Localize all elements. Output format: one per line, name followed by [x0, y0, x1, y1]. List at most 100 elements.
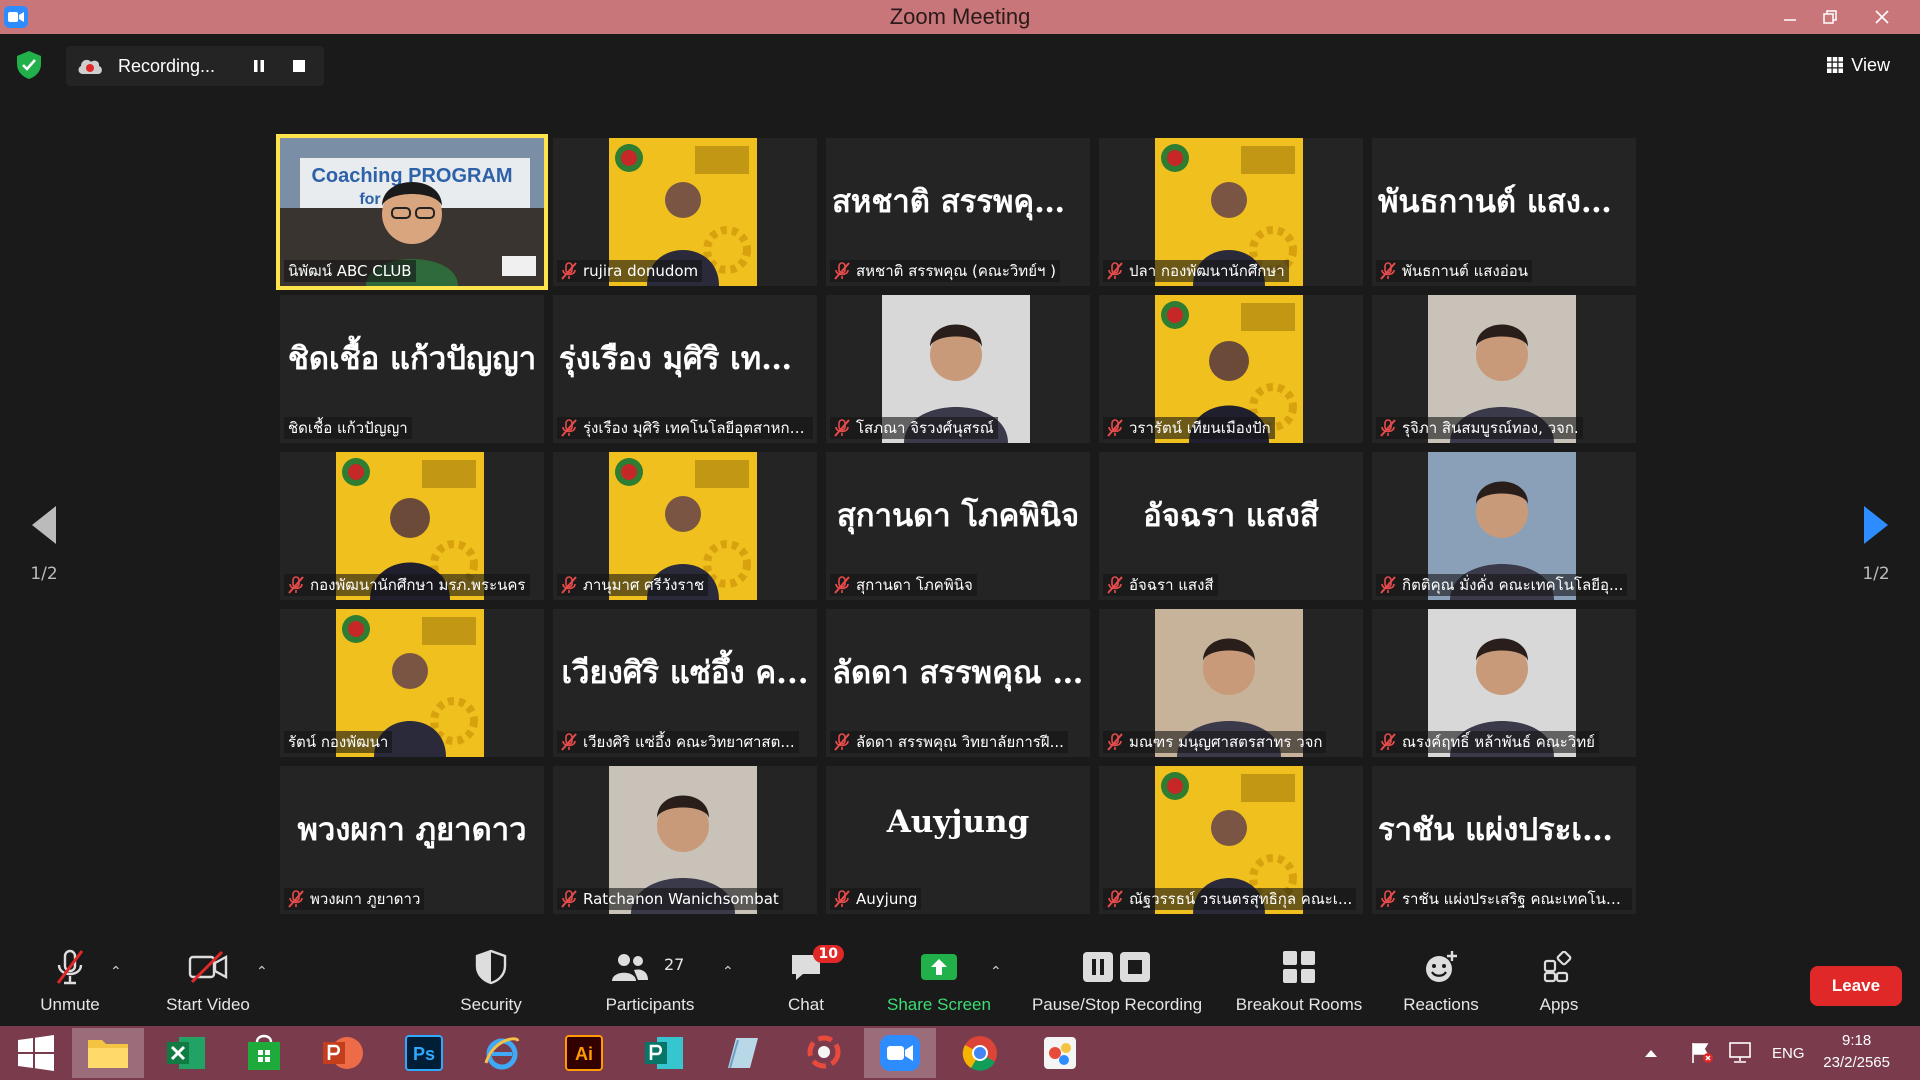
participant-tile[interactable]: เวียงศิริ แซ่อึ้ง ค... เวียงศิริ แซ่อึ้ง … — [553, 609, 817, 757]
participant-name-label: พวงผกา ภูยาดาว — [284, 888, 425, 910]
participant-tile[interactable]: วรารัตน์ เทียนเมืองปัก — [1099, 295, 1363, 443]
pause-recording-button[interactable] — [244, 51, 274, 81]
start-video-button[interactable]: Start Video — [158, 934, 258, 1026]
participant-tile[interactable]: ลัดดา สรรพคุณ วิ... ลัดดา สรรพคุณ วิทยาลั… — [826, 609, 1090, 757]
stop-recording-button[interactable] — [284, 51, 314, 81]
restore-button[interactable] — [1800, 0, 1860, 34]
close-button[interactable] — [1852, 0, 1912, 34]
participant-tile[interactable]: อัจฉรา แสงสี อัจฉรา แสงสี — [1099, 452, 1363, 600]
muted-mic-icon — [834, 576, 850, 594]
chat-label: Chat — [788, 995, 824, 1014]
participant-name-label: ภานุมาศ ศรีวังราช — [557, 574, 709, 596]
video-options-caret[interactable]: ⌃ — [256, 964, 268, 980]
taskbar-file-explorer[interactable] — [72, 1028, 144, 1078]
participant-tile[interactable]: โสภณา จิรวงศ์นุสรณ์ — [826, 295, 1090, 443]
windows-logo-icon — [18, 1035, 54, 1071]
meeting-area: Recording... View Coaching PROGRAM for นิพ… — [0, 34, 1920, 934]
pause-stop-label: Pause/Stop Recording — [1031, 995, 1203, 1014]
participant-tile[interactable]: มณฑร มนุญศาสตรสาทร วจก — [1099, 609, 1363, 757]
participant-tile[interactable]: พันธกานต์ แสงอ่อน พันธกานต์ แสงอ่อน — [1372, 138, 1636, 286]
share-screen-button[interactable]: Share Screen — [884, 934, 994, 1026]
chevron-right-icon — [1864, 506, 1888, 544]
previous-page-button[interactable]: 1/2 — [14, 504, 74, 624]
participant-tile[interactable]: Coaching PROGRAM for นิพัฒน์ ABC CLUB — [276, 134, 548, 290]
participant-tile[interactable]: Auyjung Auyjung — [826, 766, 1090, 914]
taskbar-photoshop[interactable]: Ps — [388, 1028, 460, 1078]
next-page-button[interactable]: 1/2 — [1846, 504, 1906, 624]
taskbar-paint[interactable] — [1024, 1028, 1096, 1078]
muted-mic-icon — [561, 419, 577, 437]
participant-tile[interactable]: ภานุมาศ ศรีวังราช — [553, 452, 817, 600]
taskbar-chrome[interactable] — [944, 1028, 1016, 1078]
taskbar-notes[interactable] — [706, 1028, 778, 1078]
participant-tile[interactable]: rujira donudom — [553, 138, 817, 286]
participant-name-label: ลัดดา สรรพคุณ วิทยาลัยการฝี... — [830, 731, 1068, 753]
muted-mic-icon — [1107, 262, 1123, 280]
zoom-app-icon — [4, 6, 28, 28]
security-button[interactable]: Security — [448, 934, 534, 1026]
taskbar-illustrator[interactable]: Ai — [548, 1028, 620, 1078]
participants-count: 27 — [664, 955, 685, 974]
taskbar-publisher[interactable] — [628, 1028, 700, 1078]
leave-button[interactable]: Leave — [1810, 966, 1902, 1006]
unmute-button[interactable]: Unmute — [30, 934, 110, 1026]
taskbar-photoscape[interactable] — [788, 1028, 860, 1078]
microphone-muted-icon — [48, 945, 92, 989]
participant-tile[interactable]: ราชัน แผ่งประเส... ราชัน แผ่งประเสริฐ คณะ… — [1372, 766, 1636, 914]
participants-options-caret[interactable]: ⌃ — [722, 964, 734, 980]
participant-display-name: ชิดเชื้อ แก้วปัญญา — [287, 341, 537, 377]
participant-tile[interactable]: สุกานดา โภคพินิจ สุกานดา โภคพินิจ — [826, 452, 1090, 600]
participant-name: โสภณา จิรวงศ์นุสรณ์ — [856, 419, 994, 437]
participant-tile[interactable]: ณรงค์ฤทธิ์ หล้าพันธ์ คณะวิทย์ — [1372, 609, 1636, 757]
participant-name-label: รัตน์ กองพัฒนา — [284, 731, 393, 753]
participant-tile[interactable]: รุ่งเรือง มุศิริ เทคโ... รุ่งเรือง มุศิริ… — [553, 295, 817, 443]
encryption-shield-icon[interactable] — [16, 50, 42, 80]
chat-button[interactable]: 10 Chat — [776, 934, 844, 1026]
taskbar-zoom[interactable] — [864, 1028, 936, 1078]
start-button[interactable] — [0, 1028, 72, 1078]
language-indicator[interactable]: ENG — [1772, 1026, 1805, 1080]
muted-mic-icon — [1380, 733, 1396, 751]
view-button[interactable]: View — [1817, 46, 1900, 84]
participant-name: ภานุมาศ ศรีวังราช — [583, 576, 705, 594]
participant-tile[interactable]: สหชาติ สรรพคุณ... สหชาติ สรรพคุณ (คณะวิทย… — [826, 138, 1090, 286]
taskbar-internet-explorer[interactable] — [466, 1028, 538, 1078]
participant-display-name: พันธกานต์ แสงอ่อน — [1378, 184, 1636, 220]
muted-mic-icon — [1380, 890, 1396, 908]
participant-tile[interactable]: ณัฐวรรธน์ วรเนตรสุทธิกุล คณะเ... — [1099, 766, 1363, 914]
participant-tile[interactable]: Ratchanon Wanichsombat — [553, 766, 817, 914]
reactions-button[interactable]: Reactions — [1396, 934, 1486, 1026]
participant-name-label: พันธกานต์ แสงอ่อน — [1376, 260, 1532, 282]
show-hidden-icons-button[interactable] — [1644, 1026, 1658, 1080]
participant-tile[interactable]: ปลา กองพัฒนานักศึกษา — [1099, 138, 1363, 286]
participant-display-name: สหชาติ สรรพคุณ... — [832, 184, 1090, 220]
participant-tile[interactable]: กองพัฒนานักศึกษา มรภ.พระนคร — [280, 452, 544, 600]
participant-tile[interactable]: รัตน์ กองพัฒนา — [280, 609, 544, 757]
internet-explorer-icon — [484, 1037, 520, 1070]
security-label: Security — [460, 995, 522, 1014]
participant-name-label: โสภณา จิรวงศ์นุสรณ์ — [830, 417, 998, 439]
participant-tile[interactable]: พวงผกา ภูยาดาว พวงผกา ภูยาดาว — [280, 766, 544, 914]
participant-tile[interactable]: กิตติคุณ มั่งคั่ง คณะเทคโนโลยีอุ... — [1372, 452, 1636, 600]
participant-tile[interactable]: ชิดเชื้อ แก้วปัญญา ชิดเชื้อ แก้วปัญญา — [280, 295, 544, 443]
participant-name-label: มณฑร มนุญศาสตรสาทร วจก — [1103, 731, 1327, 753]
breakout-rooms-button[interactable]: Breakout Rooms — [1228, 934, 1370, 1026]
apps-icon — [1537, 945, 1581, 989]
audio-options-caret[interactable]: ⌃ — [110, 964, 122, 980]
participant-name-label: ณัฐวรรธน์ วรเนตรสุทธิกุล คณะเ... — [1103, 888, 1357, 910]
apps-button[interactable]: Apps — [1528, 934, 1590, 1026]
participant-tile[interactable]: รุจิภา สินสมบูรณ์ทอง, วจก. — [1372, 295, 1636, 443]
chevron-left-icon — [32, 506, 56, 544]
pause-stop-recording-button[interactable]: Pause/Stop Recording — [1024, 934, 1210, 1026]
taskbar-clock[interactable]: 9:18 23/2/2565 — [1823, 1030, 1890, 1074]
participants-button[interactable]: 27 Participants — [596, 934, 704, 1026]
taskbar-excel[interactable] — [150, 1028, 222, 1078]
recording-label: Recording... — [118, 55, 216, 76]
taskbar-powerpoint[interactable] — [306, 1028, 378, 1078]
share-options-caret[interactable]: ⌃ — [990, 964, 1002, 980]
action-center-flag[interactable] — [1690, 1026, 1714, 1080]
network-status[interactable] — [1728, 1026, 1754, 1080]
muted-mic-icon — [834, 262, 850, 280]
taskbar-store[interactable] — [228, 1028, 300, 1078]
participant-name: rujira donudom — [583, 262, 699, 280]
